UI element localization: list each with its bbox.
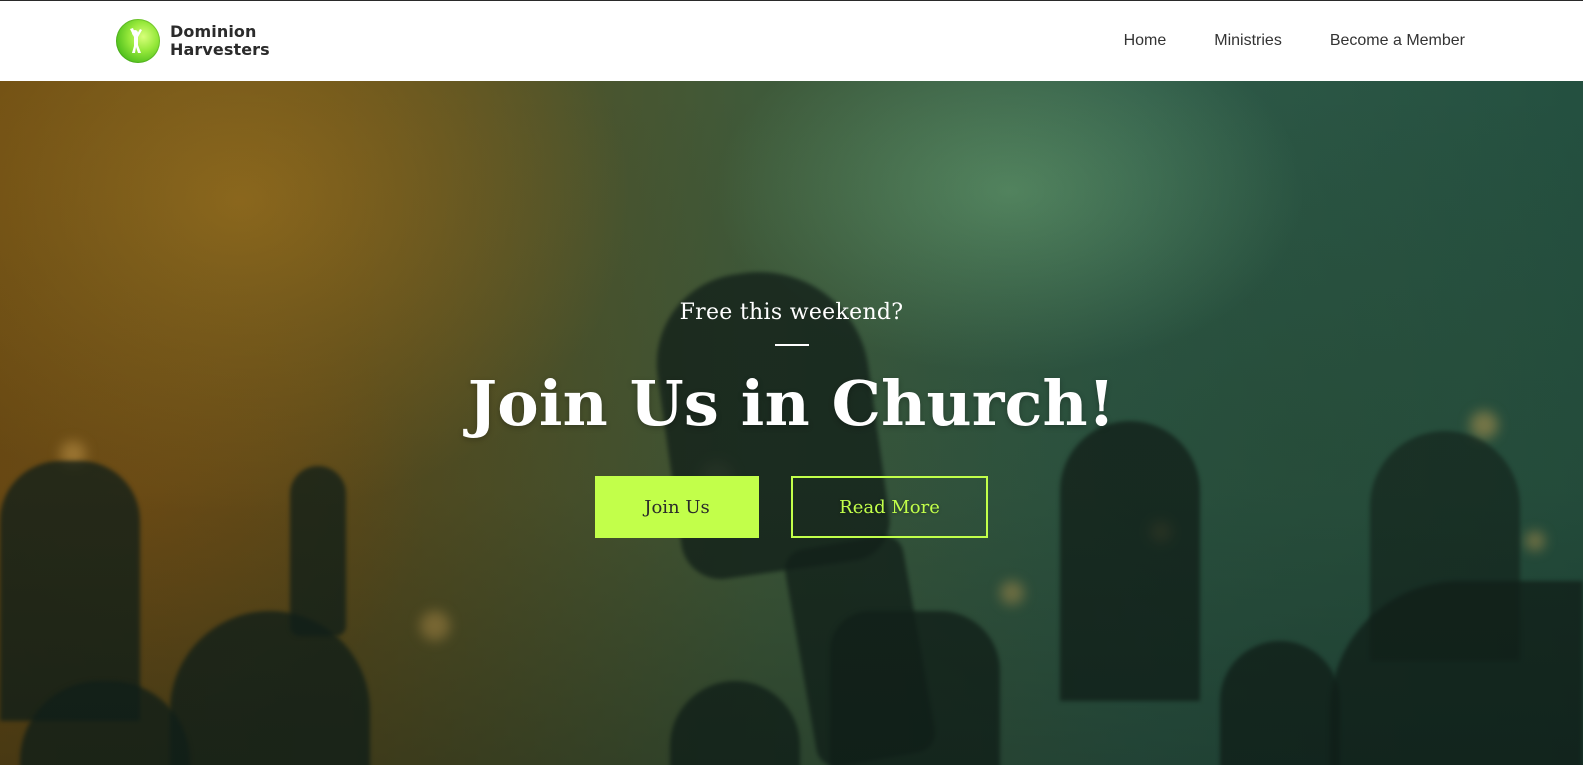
nav-item-home[interactable]: Home [1124,31,1167,51]
brand-name-line2: Harvesters [170,40,270,59]
brand-name-line1: Dominion [170,22,257,41]
hero-content: Free this weekend? Join Us in Church! Jo… [0,299,1583,538]
nav-item-ministries[interactable]: Ministries [1214,31,1282,51]
main-nav: Home Ministries Become a Member [1124,31,1465,51]
hero-divider [774,344,809,346]
nav-item-become-a-member[interactable]: Become a Member [1330,31,1465,51]
church-logo-icon [116,19,160,63]
page: Dominion Harvesters Home Ministries Beco… [0,0,1583,765]
read-more-button[interactable]: Read More [791,476,988,538]
hero-section: Free this weekend? Join Us in Church! Jo… [0,81,1583,765]
brand-name: Dominion Harvesters [170,23,270,59]
hero-eyebrow: Free this weekend? [679,300,904,325]
join-us-button[interactable]: Join Us [595,476,759,538]
hero-title: Join Us in Church! [467,367,1116,440]
brand-logo-link[interactable]: Dominion Harvesters [116,19,270,63]
hero-buttons: Join Us Read More [595,476,988,538]
site-header: Dominion Harvesters Home Ministries Beco… [0,0,1583,81]
